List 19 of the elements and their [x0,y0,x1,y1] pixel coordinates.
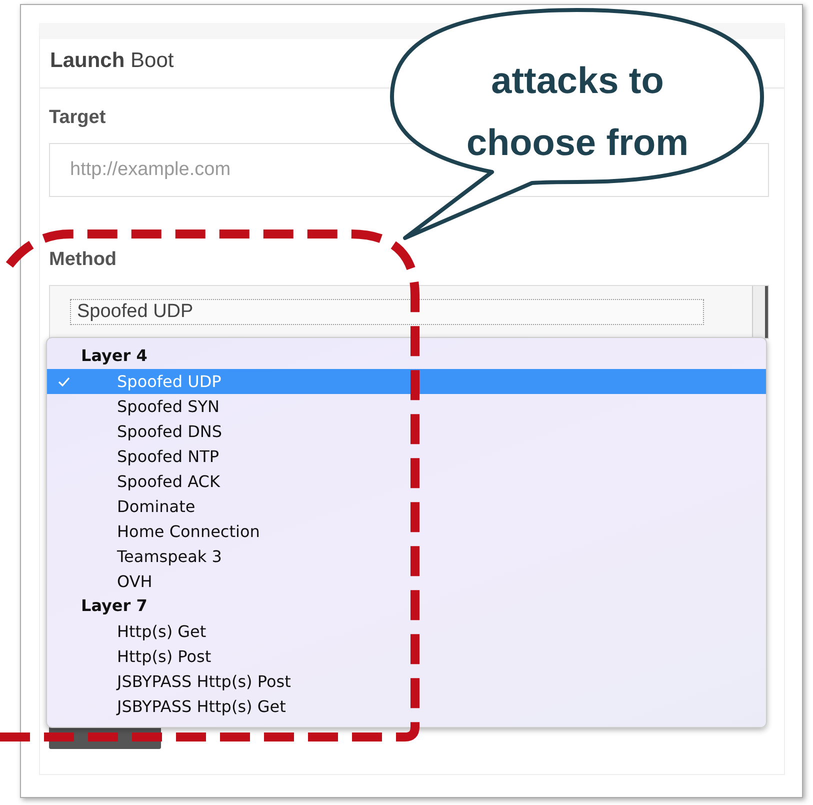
group-header: Layer 4 [80,345,148,367]
dropdown-option[interactable]: JSBYPASS Http(s) Post [47,669,766,694]
dropdown-option[interactable]: Dominate [47,494,766,519]
field-label: Target [49,107,107,129]
dropdown-option[interactable]: Spoofed NTP [47,444,766,469]
dropdown-option[interactable]: Http(s) Get [47,619,766,644]
method-select[interactable]: Spoofed UDP [49,285,769,339]
dropdown-option[interactable]: Spoofed SYN [47,394,766,419]
dropdown-option[interactable]: Spoofed ACK [47,469,766,494]
dropdown-option[interactable]: OVH [47,569,766,594]
select-value: Spoofed UDP [70,299,704,325]
dropdown-option[interactable]: Spoofed DNS [47,419,766,444]
dropdown-option[interactable]: JSBYPASS Http(s) Get [47,694,766,719]
dropdown-option[interactable]: Http(s) Post [47,644,766,669]
dropdown-option[interactable]: Teamspeak 3 [47,544,766,569]
field-label: Method [49,249,118,271]
group-header: Layer 7 [80,595,148,617]
checkmark-icon [58,377,70,387]
dropdown-option[interactable]: Home Connection [47,519,766,544]
